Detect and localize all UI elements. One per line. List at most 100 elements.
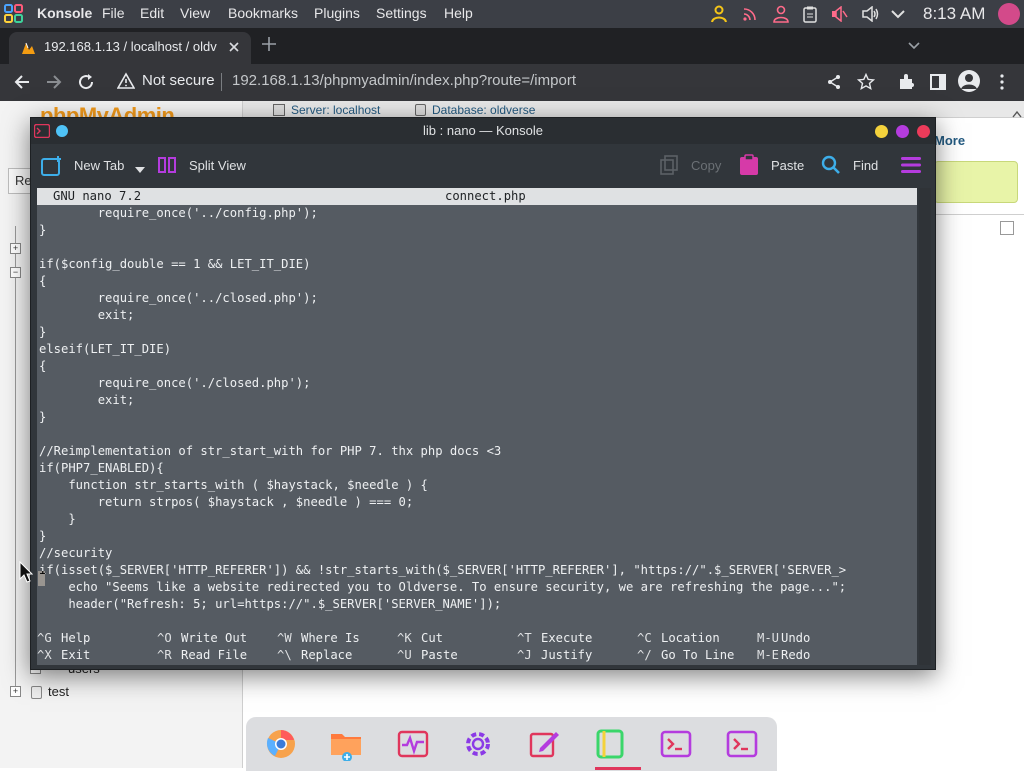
- volume-icon[interactable]: [860, 4, 880, 24]
- user-icon[interactable]: [771, 4, 791, 24]
- forward-arrow-icon[interactable]: [42, 70, 66, 94]
- shortcut-key: ^G: [37, 631, 52, 645]
- menu-settings[interactable]: Settings: [376, 5, 427, 21]
- code-line: }: [39, 512, 76, 526]
- shortcut-label: Where Is: [301, 631, 360, 645]
- copy-icon[interactable]: [659, 155, 679, 178]
- shortcut-key: ^W: [277, 631, 292, 645]
- search-icon[interactable]: [821, 155, 841, 178]
- konsole-icon[interactable]: [725, 727, 759, 761]
- menu-help[interactable]: Help: [444, 5, 473, 21]
- back-arrow-icon[interactable]: [10, 70, 34, 94]
- code-line: }: [39, 223, 47, 237]
- tab-title: 192.168.1.13 / localhost / oldv: [44, 39, 217, 54]
- nano-filename: connect.php: [445, 189, 526, 203]
- app-launcher-icon[interactable]: [4, 4, 24, 24]
- new-tab-icon[interactable]: [260, 35, 278, 58]
- address-divider: [221, 73, 222, 91]
- terminal-area[interactable]: GNU nano 7.2 connect.php require_once('.…: [37, 188, 917, 665]
- side-panel-icon[interactable]: [926, 70, 950, 94]
- url-field[interactable]: 192.168.1.13/phpmyadmin/index.php?route=…: [232, 72, 576, 89]
- code-line: require_once('./closed.php');: [39, 376, 311, 390]
- copy-button[interactable]: Copy: [691, 158, 721, 173]
- shortcut-label: Justify: [541, 648, 593, 662]
- konsole-icon[interactable]: [659, 727, 693, 761]
- database-icon: [31, 686, 42, 699]
- more-tab[interactable]: More: [934, 133, 965, 148]
- new-tab-icon[interactable]: [41, 155, 63, 180]
- chevron-down-icon[interactable]: [888, 4, 908, 24]
- split-view-button[interactable]: Split View: [189, 158, 246, 173]
- system-monitor-icon[interactable]: [396, 727, 430, 761]
- code-line: require_once('../config.php');: [39, 206, 318, 220]
- page-divider: [934, 214, 1024, 215]
- chromium-icon[interactable]: [264, 727, 298, 761]
- shortcut-label: Exit: [61, 648, 91, 662]
- shortcut-label: Location: [661, 631, 720, 645]
- shortcut-key: ^U: [397, 648, 412, 662]
- rss-feed-icon[interactable]: [740, 4, 760, 24]
- new-tab-button[interactable]: New Tab: [74, 158, 124, 173]
- shortcut-key: ^J: [517, 648, 532, 662]
- tree-line: [15, 226, 16, 696]
- chevron-down-icon[interactable]: [135, 161, 145, 176]
- shortcut-key: ^R: [157, 648, 172, 662]
- minimize-panel-icon[interactable]: [1000, 221, 1014, 235]
- browser-tab[interactable]: 192.168.1.13 / localhost / oldv: [9, 32, 251, 64]
- split-view-icon[interactable]: [157, 156, 177, 177]
- breadcrumb-bar: Server: localhost Database: oldverse: [243, 101, 1024, 118]
- terminal-scrollbar[interactable]: [919, 188, 931, 665]
- code-line: echo "Seems like a website redirected yo…: [39, 580, 847, 594]
- files-icon[interactable]: [329, 727, 363, 761]
- menu-file[interactable]: File: [102, 5, 125, 21]
- find-button[interactable]: Find: [853, 158, 878, 173]
- microphone-muted-icon[interactable]: [829, 4, 849, 24]
- clipboard-icon[interactable]: [800, 4, 820, 24]
- close-icon[interactable]: [227, 40, 241, 59]
- close-button[interactable]: [917, 125, 930, 138]
- menu-edit[interactable]: Edit: [140, 5, 164, 21]
- shortcut-label: Help: [61, 631, 91, 645]
- server-icon: [273, 104, 285, 116]
- hamburger-menu-icon[interactable]: [901, 156, 921, 177]
- reload-icon[interactable]: [74, 70, 98, 94]
- breadcrumb-database[interactable]: Database: oldverse: [432, 103, 535, 117]
- warning-icon[interactable]: [116, 72, 136, 95]
- shortcut-key: ^X: [37, 648, 52, 662]
- code-line: return strpos( $haystack , $needle ) ===…: [39, 495, 414, 509]
- kate-icon[interactable]: [593, 727, 627, 761]
- share-icon[interactable]: [822, 70, 846, 94]
- code-line: exit;: [39, 393, 135, 407]
- collapse-icon[interactable]: −: [10, 267, 21, 278]
- menu-view[interactable]: View: [180, 5, 210, 21]
- minimize-button[interactable]: [875, 125, 888, 138]
- code-line: if(PHP7_ENABLED){: [39, 461, 164, 475]
- clock[interactable]: 8:13 AM: [923, 4, 985, 24]
- konsole-window: lib : nano — Konsole New Tab Split View …: [30, 117, 936, 670]
- paste-icon[interactable]: [739, 154, 759, 179]
- power-icon[interactable]: [998, 3, 1020, 25]
- code-line: elseif(LET_IT_DIE): [39, 342, 172, 356]
- breadcrumb-server[interactable]: Server: localhost: [291, 103, 380, 117]
- security-label[interactable]: Not secure: [142, 72, 215, 89]
- menu-bookmarks[interactable]: Bookmarks: [228, 5, 298, 21]
- chevron-down-icon[interactable]: [907, 38, 921, 56]
- extensions-icon[interactable]: [894, 70, 918, 94]
- user-accessibility-icon[interactable]: [709, 4, 729, 24]
- profile-avatar-icon[interactable]: [957, 69, 981, 93]
- tree-item-test[interactable]: test: [48, 684, 69, 699]
- konsole-titlebar[interactable]: lib : nano — Konsole: [31, 118, 935, 144]
- settings-icon[interactable]: [461, 727, 495, 761]
- menu-plugins[interactable]: Plugins: [314, 5, 360, 21]
- maximize-button[interactable]: [896, 125, 909, 138]
- text-editor-icon[interactable]: [527, 727, 561, 761]
- kebab-menu-icon[interactable]: [990, 70, 1014, 94]
- notice-box: [934, 161, 1018, 203]
- nano-version: GNU nano 7.2: [53, 189, 142, 203]
- expand-icon[interactable]: +: [10, 243, 21, 254]
- paste-button[interactable]: Paste: [771, 158, 804, 173]
- bookmark-star-icon[interactable]: [854, 70, 878, 94]
- expand-icon[interactable]: +: [10, 686, 21, 697]
- system-top-panel: Konsole File Edit View Bookmarks Plugins…: [0, 0, 1024, 28]
- scroll-top-icon[interactable]: [1012, 105, 1022, 123]
